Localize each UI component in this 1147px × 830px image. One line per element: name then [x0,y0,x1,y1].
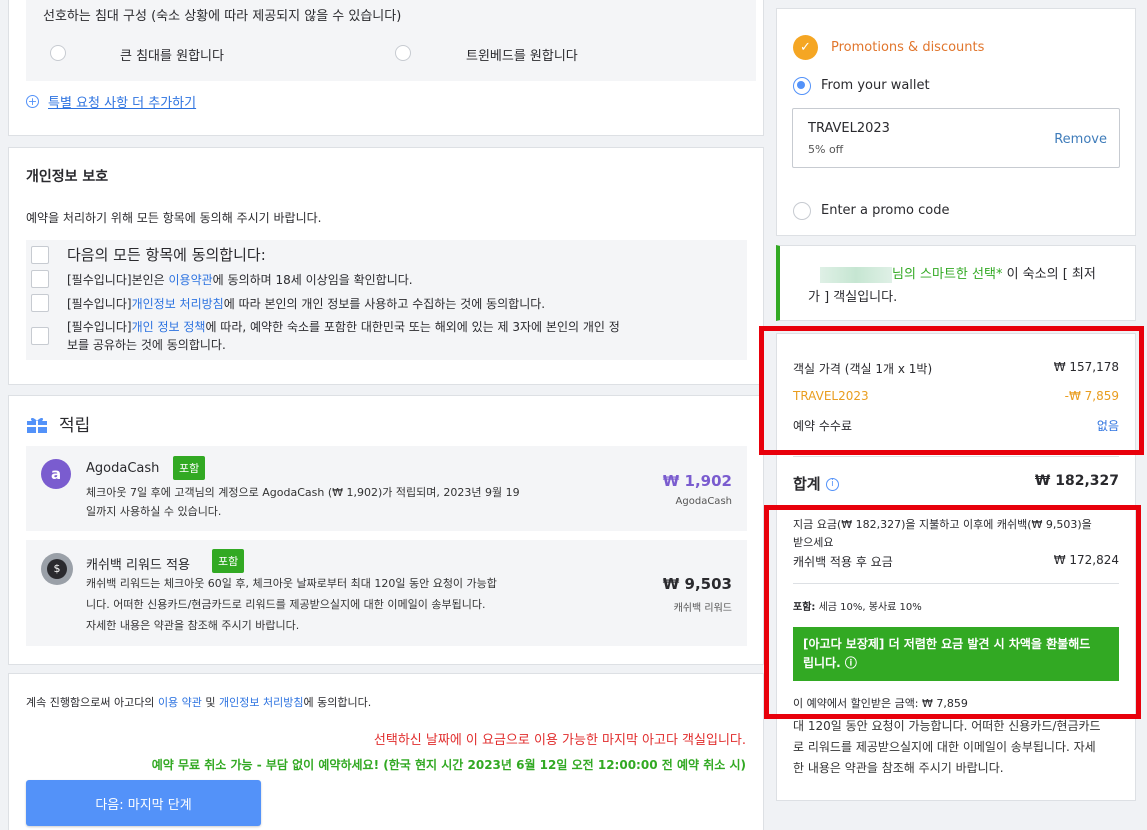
privacy-policy-prefix: [필수입니다] [67,297,132,311]
promotions-card: ✓ Promotions & discounts From your walle… [776,8,1136,236]
enter-promo-label[interactable]: Enter a promo code [821,203,950,218]
checkout-footer-card: 계속 진행함으로써 아고다의 이용 약관 및 개인정보 처리방침에 동의합니다.… [8,673,764,830]
redacted-username [820,266,892,283]
wallet-label[interactable]: From your wallet [821,78,930,93]
terms-agreement-text: [필수입니다]본인은 이용약관에 동의하며 18세 이상임을 확인합니다. [67,271,413,288]
cashback-amount: ₩ 9,503 [662,575,732,593]
bed-options-panel: 선호하는 침대 구성 (숙소 상황에 따라 제공되지 않을 수 있습니다) 큰 … [26,0,756,81]
cashback-unit: 캐쉬백 리워드 [673,603,732,614]
consent-text: 계속 진행함으로써 아고다의 이용 약관 및 개인정보 처리방침에 동의합니다. [26,694,371,710]
price-divider [793,456,1119,457]
agodacash-amount: ₩ 1,902 [662,472,732,490]
consent-mid: 및 [201,696,220,709]
cashback-desc-line2: 니다. 어떠한 신용카드/현금카드로 리워드를 제공받으실지에 대한 이메일이 … [86,598,486,611]
privacy-policy-checkbox[interactable] [31,294,49,312]
large-bed-label[interactable]: 큰 침대를 원합니다 [120,45,224,64]
privacy-card: 개인정보 보호 예약을 처리하기 위해 모든 항목에 동의해 주시기 바랍니다.… [8,147,764,385]
total-value: ₩ 182,327 [1034,473,1119,489]
third-party-checkbox[interactable] [31,327,49,345]
third-party-prefix: [필수입니다] [67,320,132,334]
agodacash-name: AgodaCash [86,461,160,476]
cashback-panel: $ 캐쉬백 리워드 적용 포함 캐쉬백 리워드는 체크아웃 60일 후, 체크아… [26,540,747,646]
third-party-suffix: 에 따라, 예약한 숙소를 포함한 대한민국 또는 해외에 있는 제 3자에 본… [205,320,620,334]
privacy-subtitle: 예약을 처리하기 위해 모든 항목에 동의해 주시기 바랍니다. [26,211,322,225]
privacy-policy-suffix: 에 따라 본인의 개인 정보를 사용하고 수집하는 것에 동의합니다. [223,297,546,311]
privacy-policy-link[interactable]: 개인정보 처리방침 [132,297,224,311]
agodacash-panel: a AgodaCash 포함 체크아웃 7일 후에 고객님의 계정으로 Agod… [26,446,747,531]
promotions-title: Promotions & discounts [831,40,985,55]
free-cancellation-notice: 예약 무료 취소 가능 - 부담 없이 예약하세요! (한국 현지 시간 202… [151,758,746,772]
smart-choice-text: 님의 스마트한 선택* 이 숙소의 [ 최저 가 ] 객실입니다. [808,263,1125,309]
agodacash-unit: AgodaCash [675,496,732,507]
add-request-link[interactable]: + 특별 요청 사항 더 추가하기 [26,92,196,111]
agree-all-label: 다음의 모든 항목에 동의합니다: [67,246,266,264]
wallet-radio[interactable] [793,77,811,95]
cashback-desc-line1: 캐쉬백 리워드는 체크아웃 60일 후, 체크아웃 날짜로부터 최대 120일 … [86,577,497,590]
smart-choice-line2: 가 ] 객실입니다. [808,290,898,305]
agodacash-icon: a [41,459,71,489]
terms-suffix: 에 동의하며 18세 이상임을 확인합니다. [212,273,413,287]
smart-choice-label: 님의 스마트한 선택 [892,267,996,282]
third-party-agreement-text: [필수입니다]개인 정보 정책에 따라, 예약한 숙소를 포함한 대한민국 또는… [67,318,747,354]
total-label: 합계 i [793,473,839,494]
privacy-agreements-panel: 다음의 모든 항목에 동의합니다: [필수입니다]본인은 이용약관에 동의하며 … [26,240,747,360]
promotion-tag-icon: ✓ [793,35,818,60]
cashback-name: 캐쉬백 리워드 적용 [86,558,190,573]
bed-preference-card: 선호하는 침대 구성 (숙소 상황에 따라 제공되지 않을 수 있습니다) 큰 … [8,0,764,136]
cashback-more-line1: 대 120일 동안 요청이 가능합니다. 어떠한 신용카드/현금카드 [793,719,1101,733]
privacy-policy-agreement-text: [필수입니다]개인정보 처리방침에 따라 본인의 개인 정보를 사용하고 수집하… [67,295,545,312]
consent-prefix: 계속 진행함으로써 아고다의 [26,696,158,709]
agree-all-checkbox[interactable] [31,246,49,264]
cashback-icon: $ [41,553,73,585]
cashback-included-badge: 포함 [212,549,245,573]
privacy-policy-footer-link[interactable]: 개인정보 처리방침 [219,696,303,709]
agodacash-desc-line2: 일까지 사용하실 수 있습니다. [86,505,222,518]
twin-bed-radio[interactable] [395,45,411,61]
terms-prefix: [필수입니다]본인은 [67,273,169,287]
next-step-button[interactable]: 다음: 마지막 단계 [26,780,261,826]
cashback-more-line2: 로 리워드를 제공받으실지에 대한 이메일이 송부됩니다. 자세 [793,740,1096,754]
rewards-title: 적립 [59,416,91,436]
privacy-title: 개인정보 보호 [26,169,109,185]
remove-promo-link[interactable]: Remove [1054,132,1107,147]
gift-icon [26,416,48,434]
consent-suffix: 에 동의합니다. [303,696,372,709]
privacy-info-policy-link[interactable]: 개인 정보 정책 [132,320,206,334]
promo-code-box: TRAVEL2023 5% off Remove [792,108,1120,168]
price-highlight-box [759,326,1144,455]
smart-choice-line1: 이 숙소의 [ 최저 [1002,267,1096,282]
agodacash-description: 체크아웃 7일 후에 고객님의 계정으로 AgodaCash (₩ 1,902)… [86,483,520,521]
terms-of-use-link[interactable]: 이용 약관 [158,696,202,709]
cashback-more-info: 대 120일 동안 요청이 가능합니다. 어떠한 신용카드/현금카드 로 리워드… [793,716,1123,779]
promo-code-radio[interactable] [793,202,811,220]
applied-promo-discount: 5% off [808,143,844,156]
cashback-description: 캐쉬백 리워드는 체크아웃 60일 후, 체크아웃 날짜로부터 최대 120일 … [86,573,497,636]
cashback-highlight-box [764,505,1141,719]
plus-circle-icon: + [26,95,39,108]
info-icon[interactable]: i [825,478,839,491]
applied-promo-code: TRAVEL2023 [808,121,890,136]
agodacash-included-badge: 포함 [173,456,206,480]
rewards-card: 적립 a AgodaCash 포함 체크아웃 7일 후에 고객님의 계정으로 A… [8,395,764,665]
terms-link[interactable]: 이용약관 [169,273,213,287]
bed-preference-title: 선호하는 침대 구성 (숙소 상황에 따라 제공되지 않을 수 있습니다) [43,9,402,24]
large-bed-radio[interactable] [50,45,66,61]
smart-choice-card: 님의 스마트한 선택* 이 숙소의 [ 최저 가 ] 객실입니다. [776,245,1136,321]
total-label-text: 합계 [793,475,821,493]
add-request-label[interactable]: 특별 요청 사항 더 추가하기 [48,92,196,111]
cashback-desc-line3: 자세한 내용은 약관을 참조해 주시기 바랍니다. [86,619,300,632]
twin-bed-label[interactable]: 트윈베드를 원합니다 [466,45,578,64]
third-party-line2: 보를 공유하는 것에 동의합니다. [67,338,226,352]
cashback-more-line3: 한 내용은 약관을 참조해 주시기 바랍니다. [793,761,1004,775]
agodacash-desc-line1: 체크아웃 7일 후에 고객님의 계정으로 AgodaCash (₩ 1,902)… [86,486,520,499]
last-room-notice: 선택하신 날짜에 이 요금으로 이용 가능한 마지막 아고다 객실입니다. [373,733,746,748]
terms-checkbox[interactable] [31,270,49,288]
